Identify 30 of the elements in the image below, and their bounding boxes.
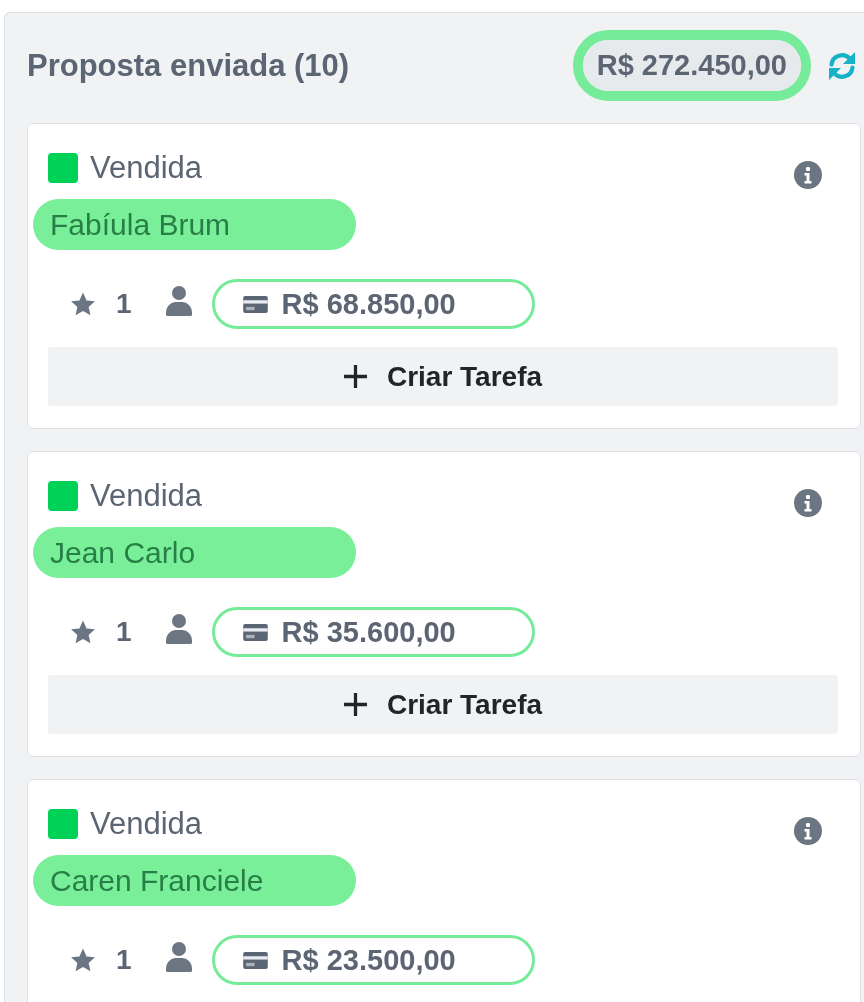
info-icon[interactable] <box>794 817 822 845</box>
rating-count: 1 <box>116 616 132 648</box>
client-name: Fabíula Brum <box>33 199 356 250</box>
star-icon <box>70 619 96 645</box>
rating-count: 1 <box>116 288 132 320</box>
user-icon <box>164 614 193 644</box>
user-icon <box>164 286 193 316</box>
status-label: Vendida <box>90 808 203 840</box>
credit-card-icon <box>242 951 268 969</box>
client-name: Jean Carlo <box>33 527 356 578</box>
deal-amount: R$ 68.850,00 <box>281 287 456 321</box>
plus-icon <box>343 365 367 388</box>
column-title: Proposta enviada (10) <box>27 47 351 84</box>
status-label: Vendida <box>90 480 203 512</box>
user-icon <box>164 942 193 972</box>
status-label: Vendida <box>90 152 203 184</box>
plus-icon <box>343 693 367 716</box>
rating-count: 1 <box>116 944 132 976</box>
credit-card-icon <box>242 295 268 313</box>
create-task-button[interactable]: Criar Tarefa <box>48 675 838 734</box>
client-name: Caren Franciele <box>33 855 356 906</box>
info-icon[interactable] <box>794 161 822 189</box>
deal-amount: R$ 23.500,00 <box>281 943 456 977</box>
star-icon <box>70 291 96 317</box>
info-icon[interactable] <box>794 489 822 517</box>
credit-card-icon <box>242 623 268 641</box>
star-icon <box>70 947 96 973</box>
create-task-button[interactable]: Criar Tarefa <box>48 347 838 406</box>
total-amount: R$ 272.450,00 <box>582 40 801 91</box>
deal-amount: R$ 35.600,00 <box>281 615 456 649</box>
